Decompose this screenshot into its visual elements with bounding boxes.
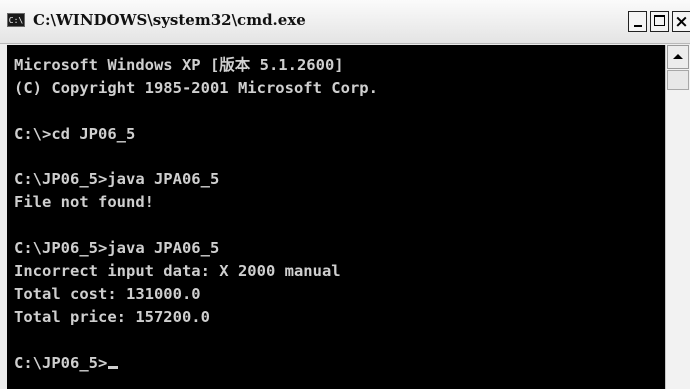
- command-prompt-window: C:\ C:\WINDOWS\system32\cmd.exe × Micros…: [0, 0, 690, 389]
- title-bar[interactable]: C:\ C:\WINDOWS\system32\cmd.exe ×: [0, 0, 690, 44]
- scroll-thumb[interactable]: [667, 70, 689, 90]
- scroll-up-arrow-icon[interactable]: [667, 45, 689, 69]
- console-line: C:\JP06_5>java JPA06_5: [14, 239, 220, 258]
- close-icon: ×: [674, 12, 689, 32]
- console-line: C:\JP06_5>java JPA06_5: [14, 170, 220, 189]
- console-output-area[interactable]: Microsoft Windows XP [版本 5.1.2600] (C) C…: [7, 45, 665, 389]
- console-line: Total cost: 131000.0: [14, 284, 201, 303]
- console-prompt-line[interactable]: C:\JP06_5>: [14, 352, 378, 375]
- console-line: C:\>cd JP06_5: [14, 124, 136, 143]
- window-title: C:\WINDOWS\system32\cmd.exe: [33, 11, 306, 29]
- console-line: File not found!: [14, 193, 154, 212]
- maximize-button[interactable]: [650, 11, 669, 32]
- console-prompt: C:\JP06_5>: [14, 353, 108, 372]
- close-button[interactable]: ×: [672, 11, 690, 32]
- text-cursor: [108, 365, 119, 369]
- console-window-icon[interactable]: C:\: [7, 13, 25, 27]
- console-line: Incorrect input data: X 2000 manual: [14, 262, 341, 281]
- console-line: Total price: 157200.0: [14, 307, 210, 326]
- vertical-scrollbar[interactable]: [665, 45, 690, 389]
- console-line: (C) Copyright 1985-2001 Microsoft Corp.: [14, 78, 378, 97]
- console-text: Microsoft Windows XP [版本 5.1.2600] (C) C…: [14, 54, 378, 374]
- console-line: Microsoft Windows XP [版本 5.1.2600]: [14, 56, 344, 74]
- minimize-button[interactable]: [628, 11, 647, 32]
